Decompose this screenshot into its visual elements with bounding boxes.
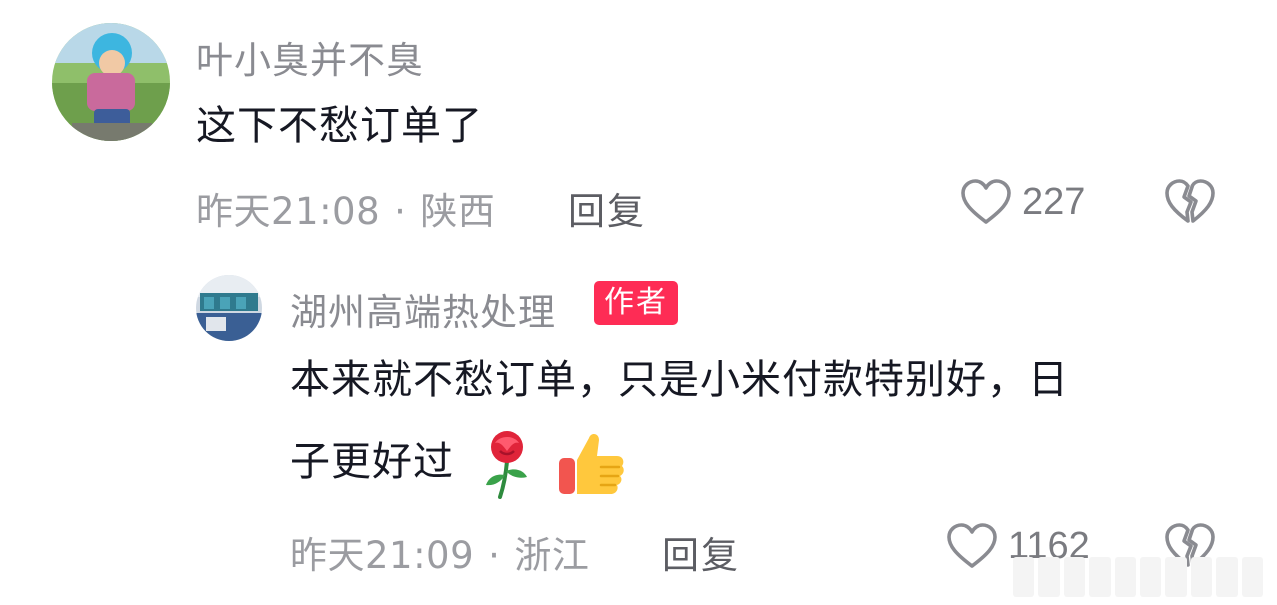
avatar[interactable] bbox=[196, 275, 262, 341]
rose-emoji bbox=[485, 431, 527, 499]
dislike-button[interactable] bbox=[1164, 178, 1216, 230]
avatar[interactable] bbox=[52, 23, 170, 141]
comment-username[interactable]: 叶小臭并不臭 bbox=[196, 30, 424, 84]
heart-outline-icon bbox=[961, 179, 1011, 224]
watermark bbox=[1013, 557, 1264, 597]
like-button[interactable]: 227 bbox=[960, 178, 1085, 226]
comment-meta: 昨天21:09 · 浙江 bbox=[290, 525, 589, 579]
comment-username[interactable]: 湖州高端热处理 bbox=[290, 282, 556, 336]
broken-heart-icon bbox=[1165, 179, 1215, 223]
separator-dot: · bbox=[488, 534, 501, 577]
comment-time: 昨天21:09 bbox=[290, 534, 475, 577]
author-badge: 作者 bbox=[594, 281, 678, 325]
comment-text-line-2-text: 子更好过 bbox=[290, 439, 454, 485]
reply-button[interactable]: 回复 bbox=[568, 181, 646, 235]
heart-outline-icon bbox=[947, 523, 997, 568]
like-count: 227 bbox=[1022, 180, 1086, 223]
comment-text-line-1: 本来就不愁订单，只是小米付款特别好，日 bbox=[290, 357, 1069, 403]
comment-location: 浙江 bbox=[514, 534, 590, 577]
thumbs-up-emoji bbox=[559, 434, 625, 494]
comment-time: 昨天21:08 bbox=[196, 190, 381, 233]
comment-location: 陕西 bbox=[420, 190, 496, 233]
separator-dot: · bbox=[394, 190, 407, 233]
comment-text-line-2: 子更好过 bbox=[290, 428, 627, 500]
reply-button[interactable]: 回复 bbox=[662, 525, 740, 579]
comment-text: 这下不愁订单了 bbox=[196, 103, 483, 149]
comment-meta: 昨天21:08 · 陕西 bbox=[196, 181, 495, 235]
